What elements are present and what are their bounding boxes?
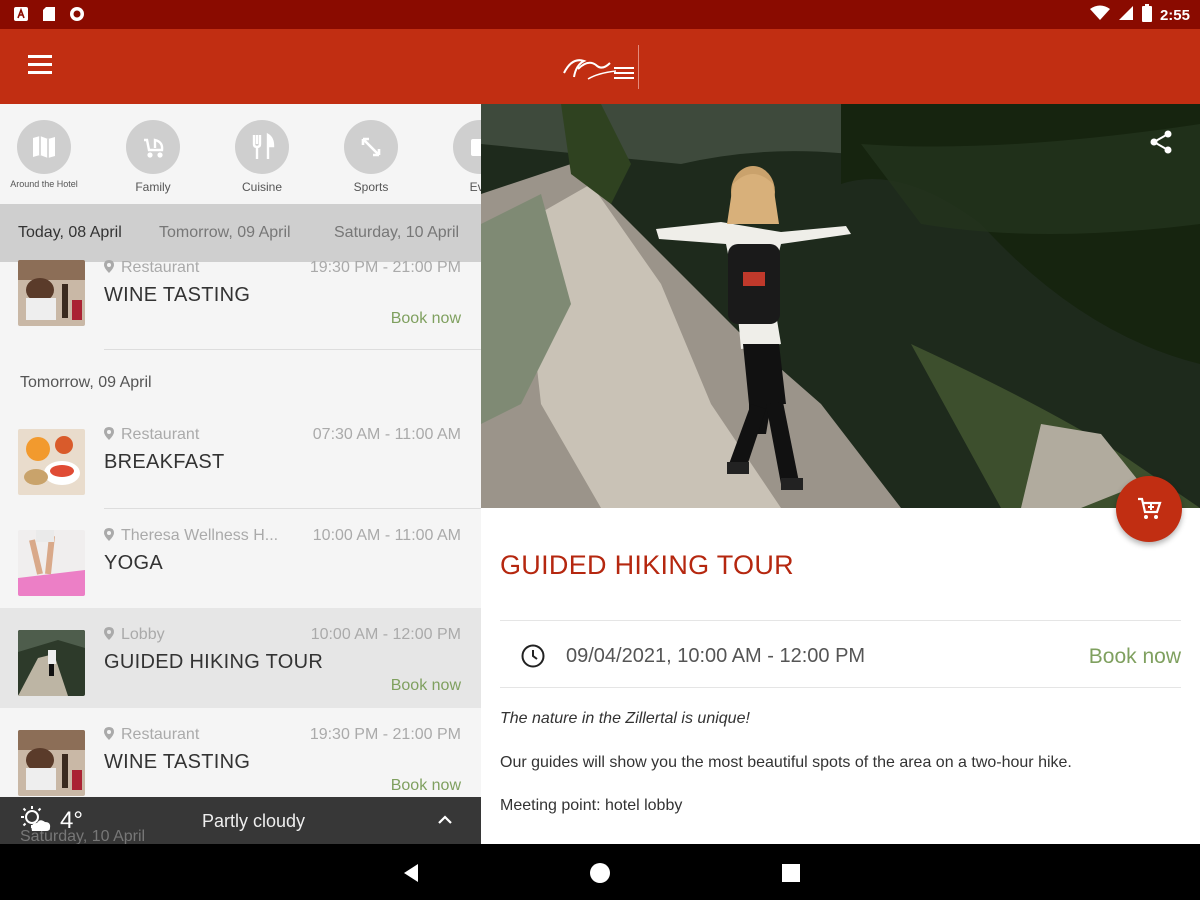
book-now-link[interactable]: Book now (391, 677, 461, 695)
menu-icon[interactable] (28, 55, 56, 79)
event-time: 07:30 AM - 11:00 AM (312, 426, 461, 443)
clock-icon (520, 643, 546, 669)
category-cuisine[interactable]: Cuisine (212, 120, 312, 194)
event-location: Restaurant (121, 726, 200, 743)
event-time: 10:00 AM - 11:00 AM (312, 527, 461, 544)
event-time: 19:30 PM - 21:00 PM (309, 259, 461, 276)
meeting-point: Meeting point: hotel lobby (500, 797, 683, 814)
event-time: 10:00 AM - 12:00 PM (310, 626, 461, 643)
location-pin-icon (104, 727, 116, 745)
event-location: Theresa Wellness H... (121, 527, 279, 544)
app-bar (0, 29, 1200, 104)
map-icon (33, 136, 55, 158)
event-thumbnail (18, 630, 85, 696)
category-around-hotel[interactable]: Around the Hotel (0, 120, 94, 189)
tab-today[interactable]: Today, 08 April (18, 224, 122, 242)
back-icon[interactable] (400, 862, 422, 884)
tab-saturday[interactable]: Saturday, 10 April (334, 224, 459, 242)
event-location: Lobby (121, 626, 165, 643)
tab-tomorrow[interactable]: Tomorrow, 09 April (159, 224, 291, 242)
event-icon (471, 139, 481, 156)
share-icon[interactable] (1147, 128, 1175, 156)
location-pin-icon (104, 427, 116, 445)
section-header: Tomorrow, 09 April (20, 374, 152, 391)
weather-condition: Partly cloudy (202, 811, 306, 831)
signal-icon (1118, 5, 1134, 26)
sync-icon (68, 5, 86, 23)
event-list-panel: Around the Hotel Family Cuisine Sports E… (0, 104, 481, 844)
status-bar: 2:55 (0, 0, 1200, 29)
event-hero-image (481, 104, 1200, 508)
location-pin-icon (104, 627, 116, 645)
event-title: GUIDED HIKING TOUR (104, 651, 324, 673)
stroller-icon (144, 138, 164, 158)
description-intro: The nature in the Zillertal is unique! (500, 710, 750, 727)
list-item[interactable]: Restaurant 07:30 AM - 11:00 AM BREAKFAST (0, 407, 481, 509)
list-item[interactable]: Restaurant 19:30 PM - 21:00 PM WINE TAST… (0, 246, 481, 350)
chevron-up-icon[interactable] (436, 811, 454, 829)
cutlery-icon (252, 132, 275, 159)
location-pin-icon (104, 528, 116, 546)
detail-title: GUIDED HIKING TOUR (500, 550, 794, 580)
event-schedule: 09/04/2021, 10:00 AM - 12:00 PM Book now (500, 620, 1181, 688)
wifi-icon (1089, 5, 1110, 26)
category-events[interactable]: Eve (430, 120, 481, 194)
system-navigation-bar (0, 844, 1200, 900)
event-title: WINE TASTING (104, 284, 251, 306)
book-now-link[interactable]: Book now (391, 777, 461, 795)
event-thumbnail (18, 429, 85, 495)
arrows-icon (361, 137, 381, 157)
recents-icon[interactable] (780, 862, 802, 884)
event-title: WINE TASTING (104, 751, 251, 773)
app-notification-icon (12, 5, 30, 23)
event-location: Restaurant (121, 426, 200, 443)
event-title: YOGA (104, 552, 163, 574)
event-thumbnail (18, 260, 85, 326)
category-family[interactable]: Family (103, 120, 203, 194)
list-item-selected[interactable]: Lobby 10:00 AM - 12:00 PM GUIDED HIKING … (0, 608, 481, 708)
sd-card-icon (40, 5, 58, 23)
event-datetime: 09/04/2021, 10:00 AM - 12:00 PM (566, 645, 866, 667)
cart-icon (1138, 497, 1162, 519)
list-item[interactable]: Restaurant 19:30 PM - 21:00 PM WINE TAST… (0, 708, 481, 808)
description-body: Our guides will show you the most beauti… (500, 754, 1072, 771)
book-now-link[interactable]: Book now (391, 310, 461, 328)
battery-icon (1141, 4, 1152, 27)
partly-cloudy-icon (20, 805, 52, 835)
event-location: Restaurant (121, 259, 200, 276)
status-time: 2:55 (1159, 7, 1190, 24)
event-time: 19:30 PM - 21:00 PM (309, 726, 461, 743)
hotel-logo (558, 43, 648, 91)
location-pin-icon (104, 260, 116, 278)
weather-temperature: 4° (60, 807, 83, 834)
list-item[interactable]: Theresa Wellness H... 10:00 AM - 11:00 A… (0, 508, 481, 608)
event-detail-panel: GUIDED HIKING TOUR 09/04/2021, 10:00 AM … (481, 104, 1200, 844)
book-now-button[interactable]: Book now (1089, 645, 1181, 669)
category-sports[interactable]: Sports (321, 120, 421, 194)
event-thumbnail (18, 730, 85, 796)
event-title: BREAKFAST (104, 451, 225, 473)
home-icon[interactable] (589, 862, 611, 884)
category-bar: Around the Hotel Family Cuisine Sports E… (0, 104, 481, 204)
event-thumbnail (18, 530, 85, 596)
weather-bar[interactable]: Saturday, 10 April 4° Partly cloudy (0, 797, 481, 844)
add-to-cart-button[interactable] (1116, 476, 1182, 542)
